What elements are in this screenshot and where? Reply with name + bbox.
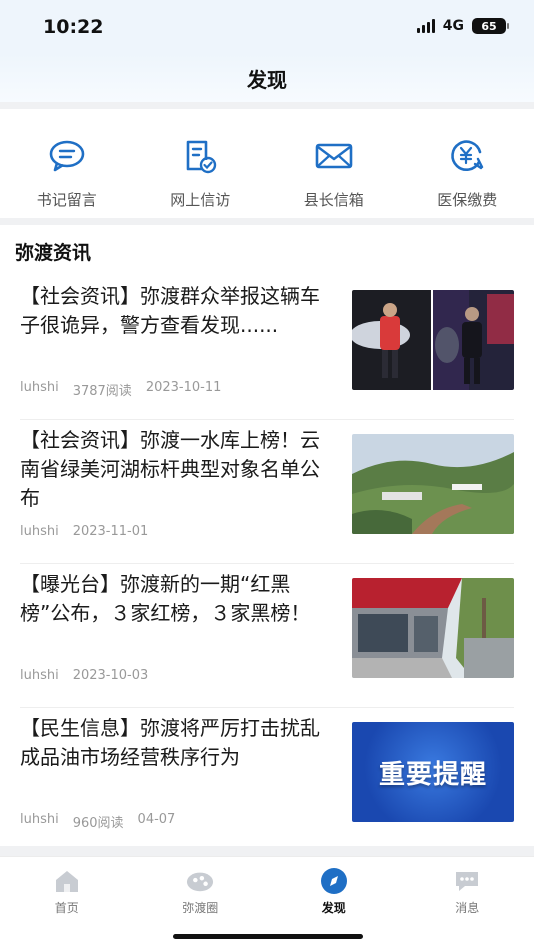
quick-link-label: 网上信访 xyxy=(170,191,231,209)
news-item[interactable]: 【社会资讯】弥渡一水库上榜！云南省绿美河湖标杆典型对象名单公布 luhshi 2… xyxy=(20,420,514,564)
compass-icon xyxy=(320,868,348,894)
news-author: luhshi xyxy=(20,668,59,683)
news-item[interactable]: 【曝光台】弥渡新的一期“红黑榜”公布，３家红榜，３家黑榜！ luhshi 202… xyxy=(20,564,514,708)
quick-link-label: 书记留言 xyxy=(36,191,97,209)
tab-messages[interactable]: 消息 xyxy=(401,857,534,919)
tab-discover[interactable]: 发现 xyxy=(267,857,401,919)
news-date: 2023-10-03 xyxy=(72,668,149,683)
document-check-icon xyxy=(180,136,220,176)
news-title[interactable]: 【社会资讯】弥渡一水库上榜！云南省绿美河湖标杆典型对象名单公布 xyxy=(20,426,338,513)
chat-bubble-icon xyxy=(47,136,87,176)
news-date: 2023-10-11 xyxy=(145,380,222,395)
news-meta: luhshi 960阅读 04-07 xyxy=(20,812,175,831)
signal-icon xyxy=(416,19,435,33)
tab-community[interactable]: 弥渡圈 xyxy=(134,857,268,919)
community-icon xyxy=(186,868,214,894)
quick-link-label: 县长信箱 xyxy=(303,191,364,209)
thumbnail-text: 重要提醒 xyxy=(378,759,487,790)
quick-links: 书记留言 网上信访 县长信箱 医保缴费 xyxy=(0,110,534,218)
quick-link-online-petition[interactable]: 网上信访 xyxy=(134,110,268,218)
tab-label: 首页 xyxy=(54,901,79,915)
news-thumbnail[interactable] xyxy=(352,290,514,390)
quick-link-medical-payment[interactable]: 医保缴费 xyxy=(401,110,534,218)
news-thumbnail[interactable]: 重要提醒 xyxy=(352,722,514,822)
tab-label: 发现 xyxy=(321,901,346,915)
status-bar: 10:22 4G 65 xyxy=(0,0,534,54)
news-item[interactable]: 【社会资讯】弥渡群众举报这辆车子很诡异，警方查看发现...... luhshi … xyxy=(20,276,514,420)
news-date: 2023-11-01 xyxy=(72,524,149,539)
yuan-payment-icon xyxy=(447,136,487,176)
tab-label: 消息 xyxy=(455,901,480,915)
network-type: 4G xyxy=(442,18,464,34)
page-header: 发现 xyxy=(0,54,534,102)
quick-link-county-mailbox[interactable]: 县长信箱 xyxy=(267,110,401,218)
battery-level: 65 xyxy=(481,19,497,33)
news-thumbnail[interactable] xyxy=(352,434,514,534)
status-indicators: 4G 65 xyxy=(416,18,509,34)
news-meta: luhshi 2023-11-01 xyxy=(20,524,148,539)
tab-label: 弥渡圈 xyxy=(182,901,219,915)
news-author: luhshi xyxy=(20,380,59,395)
news-author: luhshi xyxy=(20,524,59,539)
tab-home[interactable]: 首页 xyxy=(0,857,134,919)
news-title[interactable]: 【曝光台】弥渡新的一期“红黑榜”公布，３家红榜，３家黑榜！ xyxy=(20,570,338,628)
news-title[interactable]: 【社会资讯】弥渡群众举报这辆车子很诡异，警方查看发现...... xyxy=(20,282,338,340)
divider xyxy=(0,218,534,225)
news-item[interactable]: 【民生信息】弥渡将严厉打击扰乱成品油市场经营秩序行为 luhshi 960阅读 … xyxy=(20,708,514,852)
news-title[interactable]: 【民生信息】弥渡将严厉打击扰乱成品油市场经营秩序行为 xyxy=(20,714,338,772)
mail-icon xyxy=(314,136,354,176)
home-indicator xyxy=(173,934,363,939)
message-icon xyxy=(453,868,481,894)
news-list: 【社会资讯】弥渡群众举报这辆车子很诡异，警方查看发现...... luhshi … xyxy=(0,276,534,852)
news-date: 04-07 xyxy=(137,812,176,827)
section-title: 弥渡资讯 xyxy=(15,242,92,264)
page-title: 发现 xyxy=(247,67,287,92)
status-time: 10:22 xyxy=(43,16,104,38)
news-reads: 960阅读 xyxy=(72,816,124,831)
news-meta: luhshi 3787阅读 2023-10-11 xyxy=(20,380,221,399)
news-reads: 3787阅读 xyxy=(72,384,132,399)
divider xyxy=(0,102,534,109)
quick-link-secretary-message[interactable]: 书记留言 xyxy=(0,110,134,218)
home-icon xyxy=(53,868,81,894)
news-author: luhshi xyxy=(20,812,59,827)
news-thumbnail[interactable] xyxy=(352,578,514,678)
divider xyxy=(0,846,534,856)
quick-link-label: 医保缴费 xyxy=(437,191,498,209)
battery-icon: 65 xyxy=(472,18,509,34)
news-meta: luhshi 2023-10-03 xyxy=(20,668,148,683)
